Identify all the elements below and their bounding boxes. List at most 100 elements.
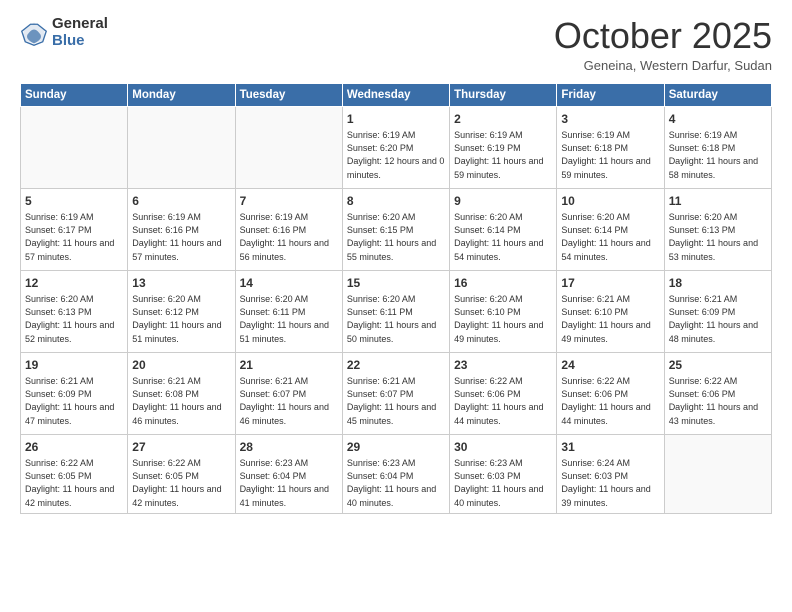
day-info: Sunrise: 6:19 AM Sunset: 6:16 PM Dayligh… (132, 211, 230, 263)
calendar-day-cell: 1Sunrise: 6:19 AM Sunset: 6:20 PM Daylig… (342, 106, 449, 188)
weekday-header-thursday: Thursday (450, 83, 557, 106)
day-info: Sunrise: 6:22 AM Sunset: 6:06 PM Dayligh… (561, 375, 659, 427)
day-number: 21 (240, 357, 338, 374)
day-info: Sunrise: 6:19 AM Sunset: 6:18 PM Dayligh… (561, 129, 659, 181)
calendar-week-5: 26Sunrise: 6:22 AM Sunset: 6:05 PM Dayli… (21, 434, 772, 513)
calendar-day-cell: 27Sunrise: 6:22 AM Sunset: 6:05 PM Dayli… (128, 434, 235, 513)
day-info: Sunrise: 6:20 AM Sunset: 6:11 PM Dayligh… (347, 293, 445, 345)
day-number: 28 (240, 439, 338, 456)
calendar-day-cell: 28Sunrise: 6:23 AM Sunset: 6:04 PM Dayli… (235, 434, 342, 513)
day-info: Sunrise: 6:23 AM Sunset: 6:03 PM Dayligh… (454, 457, 552, 509)
day-number: 10 (561, 193, 659, 210)
day-number: 22 (347, 357, 445, 374)
day-info: Sunrise: 6:19 AM Sunset: 6:20 PM Dayligh… (347, 129, 445, 181)
weekday-header-row: SundayMondayTuesdayWednesdayThursdayFrid… (21, 83, 772, 106)
calendar-day-cell: 17Sunrise: 6:21 AM Sunset: 6:10 PM Dayli… (557, 270, 664, 352)
weekday-header-friday: Friday (557, 83, 664, 106)
day-info: Sunrise: 6:19 AM Sunset: 6:16 PM Dayligh… (240, 211, 338, 263)
day-info: Sunrise: 6:19 AM Sunset: 6:19 PM Dayligh… (454, 129, 552, 181)
logo-text: General Blue (52, 16, 108, 49)
calendar-day-cell (21, 106, 128, 188)
logo-icon (20, 19, 48, 47)
calendar-day-cell: 21Sunrise: 6:21 AM Sunset: 6:07 PM Dayli… (235, 352, 342, 434)
month-title: October 2025 (554, 16, 772, 56)
day-number: 24 (561, 357, 659, 374)
location-subtitle: Geneina, Western Darfur, Sudan (554, 58, 772, 73)
day-number: 25 (669, 357, 767, 374)
day-number: 16 (454, 275, 552, 292)
day-info: Sunrise: 6:20 AM Sunset: 6:13 PM Dayligh… (669, 211, 767, 263)
day-info: Sunrise: 6:20 AM Sunset: 6:14 PM Dayligh… (561, 211, 659, 263)
day-info: Sunrise: 6:22 AM Sunset: 6:05 PM Dayligh… (25, 457, 123, 509)
calendar-day-cell: 23Sunrise: 6:22 AM Sunset: 6:06 PM Dayli… (450, 352, 557, 434)
day-number: 31 (561, 439, 659, 456)
calendar-day-cell: 11Sunrise: 6:20 AM Sunset: 6:13 PM Dayli… (664, 188, 771, 270)
day-number: 26 (25, 439, 123, 456)
day-info: Sunrise: 6:20 AM Sunset: 6:15 PM Dayligh… (347, 211, 445, 263)
day-number: 27 (132, 439, 230, 456)
day-number: 12 (25, 275, 123, 292)
weekday-header-sunday: Sunday (21, 83, 128, 106)
day-info: Sunrise: 6:22 AM Sunset: 6:05 PM Dayligh… (132, 457, 230, 509)
logo: General Blue (20, 16, 108, 49)
day-number: 17 (561, 275, 659, 292)
title-block: October 2025 Geneina, Western Darfur, Su… (554, 16, 772, 73)
calendar: SundayMondayTuesdayWednesdayThursdayFrid… (20, 83, 772, 514)
calendar-day-cell: 25Sunrise: 6:22 AM Sunset: 6:06 PM Dayli… (664, 352, 771, 434)
calendar-day-cell: 26Sunrise: 6:22 AM Sunset: 6:05 PM Dayli… (21, 434, 128, 513)
day-info: Sunrise: 6:20 AM Sunset: 6:13 PM Dayligh… (25, 293, 123, 345)
day-number: 23 (454, 357, 552, 374)
day-number: 6 (132, 193, 230, 210)
day-info: Sunrise: 6:21 AM Sunset: 6:07 PM Dayligh… (240, 375, 338, 427)
calendar-day-cell: 12Sunrise: 6:20 AM Sunset: 6:13 PM Dayli… (21, 270, 128, 352)
day-info: Sunrise: 6:21 AM Sunset: 6:09 PM Dayligh… (25, 375, 123, 427)
weekday-header-tuesday: Tuesday (235, 83, 342, 106)
calendar-day-cell: 10Sunrise: 6:20 AM Sunset: 6:14 PM Dayli… (557, 188, 664, 270)
day-number: 14 (240, 275, 338, 292)
day-number: 29 (347, 439, 445, 456)
calendar-week-3: 12Sunrise: 6:20 AM Sunset: 6:13 PM Dayli… (21, 270, 772, 352)
day-number: 7 (240, 193, 338, 210)
day-number: 4 (669, 111, 767, 128)
calendar-day-cell (664, 434, 771, 513)
day-info: Sunrise: 6:20 AM Sunset: 6:11 PM Dayligh… (240, 293, 338, 345)
calendar-day-cell: 8Sunrise: 6:20 AM Sunset: 6:15 PM Daylig… (342, 188, 449, 270)
day-number: 9 (454, 193, 552, 210)
calendar-day-cell: 2Sunrise: 6:19 AM Sunset: 6:19 PM Daylig… (450, 106, 557, 188)
day-info: Sunrise: 6:20 AM Sunset: 6:12 PM Dayligh… (132, 293, 230, 345)
calendar-day-cell: 13Sunrise: 6:20 AM Sunset: 6:12 PM Dayli… (128, 270, 235, 352)
weekday-header-monday: Monday (128, 83, 235, 106)
day-number: 19 (25, 357, 123, 374)
calendar-day-cell: 22Sunrise: 6:21 AM Sunset: 6:07 PM Dayli… (342, 352, 449, 434)
weekday-header-saturday: Saturday (664, 83, 771, 106)
day-number: 18 (669, 275, 767, 292)
calendar-day-cell: 4Sunrise: 6:19 AM Sunset: 6:18 PM Daylig… (664, 106, 771, 188)
day-number: 15 (347, 275, 445, 292)
day-info: Sunrise: 6:23 AM Sunset: 6:04 PM Dayligh… (240, 457, 338, 509)
calendar-day-cell (235, 106, 342, 188)
calendar-week-1: 1Sunrise: 6:19 AM Sunset: 6:20 PM Daylig… (21, 106, 772, 188)
day-number: 1 (347, 111, 445, 128)
calendar-day-cell: 29Sunrise: 6:23 AM Sunset: 6:04 PM Dayli… (342, 434, 449, 513)
day-info: Sunrise: 6:21 AM Sunset: 6:09 PM Dayligh… (669, 293, 767, 345)
calendar-week-2: 5Sunrise: 6:19 AM Sunset: 6:17 PM Daylig… (21, 188, 772, 270)
calendar-day-cell: 19Sunrise: 6:21 AM Sunset: 6:09 PM Dayli… (21, 352, 128, 434)
day-number: 11 (669, 193, 767, 210)
logo-blue: Blue (52, 33, 108, 50)
day-info: Sunrise: 6:23 AM Sunset: 6:04 PM Dayligh… (347, 457, 445, 509)
day-number: 3 (561, 111, 659, 128)
day-info: Sunrise: 6:20 AM Sunset: 6:14 PM Dayligh… (454, 211, 552, 263)
day-number: 13 (132, 275, 230, 292)
day-info: Sunrise: 6:20 AM Sunset: 6:10 PM Dayligh… (454, 293, 552, 345)
page: General Blue October 2025 Geneina, Weste… (0, 0, 792, 612)
calendar-day-cell: 30Sunrise: 6:23 AM Sunset: 6:03 PM Dayli… (450, 434, 557, 513)
day-number: 2 (454, 111, 552, 128)
day-number: 5 (25, 193, 123, 210)
calendar-day-cell: 18Sunrise: 6:21 AM Sunset: 6:09 PM Dayli… (664, 270, 771, 352)
calendar-day-cell (128, 106, 235, 188)
day-info: Sunrise: 6:22 AM Sunset: 6:06 PM Dayligh… (454, 375, 552, 427)
logo-general: General (52, 16, 108, 33)
calendar-day-cell: 5Sunrise: 6:19 AM Sunset: 6:17 PM Daylig… (21, 188, 128, 270)
day-info: Sunrise: 6:21 AM Sunset: 6:07 PM Dayligh… (347, 375, 445, 427)
day-info: Sunrise: 6:21 AM Sunset: 6:08 PM Dayligh… (132, 375, 230, 427)
